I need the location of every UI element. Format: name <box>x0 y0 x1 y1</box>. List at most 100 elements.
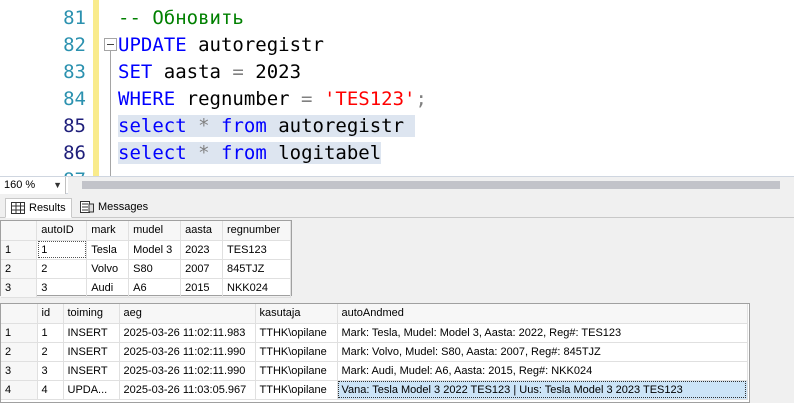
code-text: UPDATE autoregistr <box>118 34 324 56</box>
code-token: ; <box>415 88 427 110</box>
table-cell[interactable]: 1 <box>36 240 88 260</box>
code-line[interactable]: SET aasta = 2023 <box>118 59 301 86</box>
tab-results[interactable]: Results <box>5 198 72 218</box>
table-cell[interactable]: 2025-03-26 11:03:05.967 <box>119 380 256 400</box>
code-line[interactable]: select * from autoregistr <box>118 113 416 140</box>
column-header[interactable]: aasta <box>180 221 224 241</box>
row-number[interactable]: 2 <box>1 342 38 362</box>
table-cell[interactable]: A6 <box>128 278 182 298</box>
code-line[interactable]: UPDATE autoregistr <box>118 32 324 59</box>
results-pane: Results Messages autoID mark mudel aasta… <box>0 194 794 403</box>
code-text: -- Обновить <box>118 7 244 29</box>
selected-cell[interactable]: Vana: Tesla Model 3 2022 TES123 | Uus: T… <box>337 380 748 400</box>
tab-messages-label: Messages <box>98 201 149 213</box>
table-cell[interactable]: 1 <box>37 323 64 343</box>
table-row[interactable]: 2 2 Volvo S80 2007 845TJZ <box>1 259 291 279</box>
table-cell[interactable]: 3 <box>37 361 64 381</box>
column-header[interactable]: mark <box>86 221 130 241</box>
table-cell[interactable]: UPDA... <box>63 380 120 400</box>
table-cell[interactable]: 2025-03-26 11:02:11.983 <box>119 323 256 343</box>
horizontal-scrollbar[interactable] <box>68 177 794 194</box>
row-number[interactable]: 2 <box>1 259 38 279</box>
code-token: * <box>198 142 210 164</box>
table-cell[interactable]: TTHK\opilane <box>255 342 338 362</box>
line-number: 85 <box>63 115 86 137</box>
grid-header-row: autoID mark mudel aasta regnumber <box>1 221 291 241</box>
table-cell[interactable]: 4 <box>37 380 64 400</box>
table-cell[interactable]: Volvo <box>86 259 130 279</box>
editor-status-strip: 160 % ▼ <box>0 176 794 194</box>
code-token: from <box>221 142 267 164</box>
table-cell[interactable]: INSERT <box>63 361 120 381</box>
tab-messages[interactable]: Messages <box>75 198 153 218</box>
table-cell[interactable]: 2 <box>36 259 88 279</box>
table-cell[interactable]: 2023 <box>180 240 224 260</box>
code-token: SET <box>118 61 153 83</box>
code-token: WHERE <box>118 88 176 110</box>
column-header[interactable]: kasutaja <box>255 304 338 324</box>
table-cell[interactable]: Mark: Volvo, Mudel: S80, Aasta: 2007, Re… <box>337 342 748 362</box>
code-token: autoregistr <box>266 115 416 137</box>
code-text: WHERE regnumber = 'TES123'; <box>118 88 427 110</box>
table-cell[interactable]: INSERT <box>63 342 120 362</box>
column-header[interactable]: id <box>37 304 64 324</box>
table-cell[interactable]: S80 <box>128 259 182 279</box>
table-cell[interactable]: 2007 <box>180 259 224 279</box>
grid-header-row: id toiming aeg kasutaja autoAndmed <box>1 304 748 324</box>
table-cell[interactable]: Audi <box>86 278 130 298</box>
column-header[interactable]: toiming <box>63 304 120 324</box>
column-header[interactable]: autoAndmed <box>337 304 748 324</box>
code-line[interactable]: WHERE regnumber = 'TES123'; <box>118 86 427 113</box>
table-cell[interactable]: TTHK\opilane <box>255 380 338 400</box>
row-number[interactable]: 3 <box>1 361 38 381</box>
table-cell[interactable]: 845TJZ <box>222 259 291 279</box>
column-header[interactable]: mudel <box>128 221 182 241</box>
scrollbar-thumb[interactable] <box>82 181 780 189</box>
table-cell[interactable]: 2015 <box>180 278 224 298</box>
column-header[interactable]: regnumber <box>222 221 291 241</box>
table-cell[interactable]: INSERT <box>63 323 120 343</box>
table-row[interactable]: 1 1 INSERT 2025-03-26 11:02:11.983 TTHK\… <box>1 323 748 343</box>
line-number: 83 <box>63 61 86 83</box>
table-cell[interactable]: 3 <box>36 278 88 298</box>
table-row[interactable]: 4 4 UPDA... 2025-03-26 11:03:05.967 TTHK… <box>1 380 748 400</box>
code-token: from <box>221 115 267 137</box>
zoom-dropdown[interactable]: 160 % ▼ <box>0 177 66 194</box>
results-tab-strip: Results Messages <box>0 194 794 218</box>
line-number: 84 <box>63 88 86 110</box>
table-cell[interactable]: TES123 <box>222 240 291 260</box>
collapse-toggle-icon[interactable] <box>104 38 117 51</box>
table-cell[interactable]: NKK024 <box>222 278 291 298</box>
table-cell[interactable]: Mark: Tesla, Mudel: Model 3, Aasta: 2022… <box>337 323 748 343</box>
code-token: logitabel <box>266 142 382 164</box>
results-grid-logitabel[interactable]: id toiming aeg kasutaja autoAndmed 1 1 I… <box>0 303 750 403</box>
row-number[interactable]: 1 <box>1 240 38 260</box>
table-cell[interactable]: TTHK\opilane <box>255 323 338 343</box>
table-cell[interactable]: 2025-03-26 11:02:11.990 <box>119 361 256 381</box>
row-number[interactable]: 1 <box>1 323 38 343</box>
table-cell[interactable]: Mark: Audi, Mudel: A6, Aasta: 2015, Reg#… <box>337 361 748 381</box>
table-cell[interactable]: 2025-03-26 11:02:11.990 <box>119 342 256 362</box>
table-row[interactable]: 3 3 INSERT 2025-03-26 11:02:11.990 TTHK\… <box>1 361 748 381</box>
column-header[interactable]: aeg <box>119 304 256 324</box>
row-number[interactable]: 3 <box>1 278 38 298</box>
results-grid-autoregistr[interactable]: autoID mark mudel aasta regnumber 1 1 Te… <box>0 220 292 298</box>
line-number: 81 <box>63 7 86 29</box>
line-number: 86 <box>63 142 86 164</box>
sql-editor[interactable]: 81 82 83 84 85 86 87 -- Обновить UPDATE … <box>0 0 794 176</box>
column-header[interactable]: autoID <box>36 221 88 241</box>
code-token: * <box>198 115 210 137</box>
outline-guide <box>110 50 111 176</box>
table-cell[interactable]: TTHK\opilane <box>255 361 338 381</box>
code-line[interactable]: -- Обновить <box>118 5 244 32</box>
table-cell[interactable]: Model 3 <box>128 240 182 260</box>
table-cell[interactable]: Tesla <box>86 240 130 260</box>
code-line[interactable]: select * from logitabel <box>118 140 382 167</box>
row-number[interactable]: 4 <box>1 380 38 400</box>
table-row[interactable]: 3 3 Audi A6 2015 NKK024 <box>1 278 291 298</box>
table-row[interactable]: 1 1 Tesla Model 3 2023 TES123 <box>1 240 291 260</box>
table-cell[interactable]: 2 <box>37 342 64 362</box>
table-row[interactable]: 2 2 INSERT 2025-03-26 11:02:11.990 TTHK\… <box>1 342 748 362</box>
